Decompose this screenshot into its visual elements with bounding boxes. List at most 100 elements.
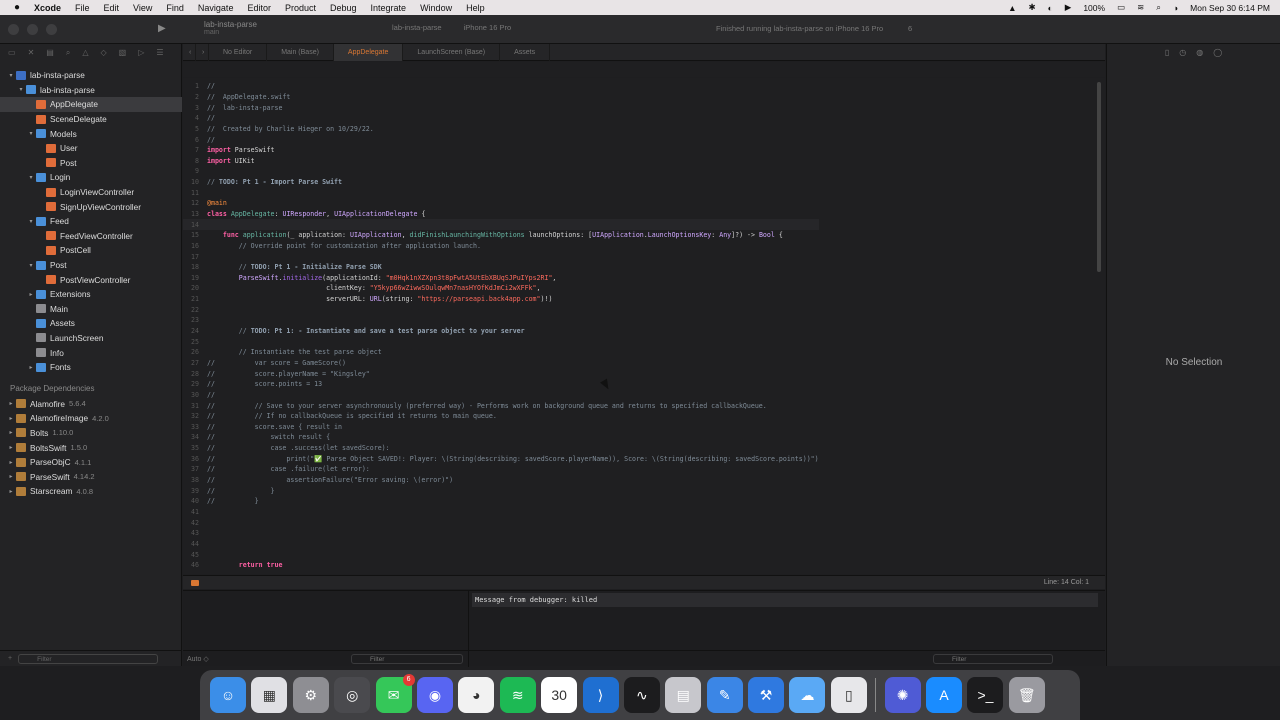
issue-icon[interactable]: △ bbox=[82, 48, 88, 57]
dock-instruments-icon[interactable]: ✺ bbox=[884, 677, 921, 713]
code-line[interactable]: 13 class AppDelegate: UIResponder, UIAppl… bbox=[183, 209, 819, 220]
package-bolts[interactable]: ▸ Bolts 1.10.0 bbox=[0, 426, 182, 441]
scheme-selector[interactable]: lab-insta-parse iPhone 16 Pro bbox=[392, 23, 511, 32]
dock-messages-icon[interactable]: ✉ 6 bbox=[375, 674, 415, 713]
warning-count[interactable]: 6 bbox=[908, 24, 912, 33]
code-line[interactable]: 22 bbox=[183, 304, 819, 315]
navigator-item-loginviewcontroller[interactable]: LoginViewController bbox=[0, 185, 182, 200]
menu-find[interactable]: Find bbox=[166, 3, 192, 13]
code-line[interactable]: 35 // case .success(let savedScore): bbox=[183, 443, 819, 454]
disclosure-chevron-icon[interactable]: ▸ bbox=[26, 291, 36, 298]
disclosure-chevron-icon[interactable]: ▸ bbox=[6, 459, 16, 466]
tab-appdelegate[interactable]: AppDelegate bbox=[333, 43, 404, 61]
code-line[interactable]: 37 // case .failure(let error): bbox=[183, 464, 819, 475]
test-icon[interactable]: ◇ bbox=[100, 48, 106, 57]
dock-screenshot-icon[interactable]: ◎ bbox=[334, 677, 371, 713]
code-line[interactable]: 18 // TODO: Pt 1 - Initialize Parse SDK bbox=[183, 262, 819, 273]
code-line[interactable]: 17 bbox=[183, 251, 819, 262]
navigator-item-login[interactable]: ▾ Login bbox=[0, 170, 182, 185]
navigator-filter-input[interactable]: Filter bbox=[18, 653, 159, 664]
code-line[interactable]: 14 bbox=[183, 219, 819, 230]
code-line[interactable]: 6 // bbox=[183, 134, 819, 145]
code-line[interactable]: 9 bbox=[183, 166, 819, 177]
code-line[interactable]: 26 // Instantiate the test parse object bbox=[183, 347, 819, 358]
dock-trash-icon[interactable]: 🗑 bbox=[1008, 677, 1045, 713]
gear-icon[interactable]: ✱ bbox=[1029, 2, 1036, 13]
navigator-item-postcell[interactable]: PostCell bbox=[0, 243, 182, 258]
history-icon[interactable]: ◷ bbox=[1179, 48, 1186, 57]
code-line[interactable]: 33 // score.save { result in bbox=[183, 422, 819, 433]
code-line[interactable]: 32 // // If no callbackQueue is specified… bbox=[183, 411, 819, 422]
code-line[interactable]: 21 serverURL: URL(string: "https://parse… bbox=[183, 294, 819, 305]
close-window-button[interactable] bbox=[8, 24, 19, 35]
variables-scope-select[interactable]: Auto ◇ bbox=[187, 655, 209, 663]
code-line[interactable]: 27 // var score = GameScore() bbox=[183, 358, 819, 369]
code-line[interactable]: 15 func application(_ application: UIApp… bbox=[183, 230, 819, 241]
tab-no-editor[interactable]: No Editor bbox=[209, 43, 268, 61]
navigator-item-main[interactable]: Main bbox=[0, 302, 182, 317]
code-line[interactable]: 41 bbox=[183, 507, 819, 518]
breakpoint-icon[interactable]: ▷ bbox=[138, 48, 144, 57]
code-line[interactable]: 42 bbox=[183, 517, 819, 528]
menu-window[interactable]: Window bbox=[420, 3, 460, 13]
code-line[interactable]: 29 // score.points = 13 bbox=[183, 379, 819, 390]
navigator-item-post[interactable]: Post bbox=[0, 156, 182, 171]
file-inspector-icon[interactable]: ▯ bbox=[1165, 48, 1169, 57]
code-line[interactable]: 43 bbox=[183, 528, 819, 539]
code-line[interactable]: 8 import UIKit bbox=[183, 155, 819, 166]
dock-app-store-icon[interactable]: A bbox=[926, 677, 963, 713]
battery-icon[interactable]: ▭ bbox=[1117, 2, 1125, 13]
code-line[interactable]: 28 // score.playerName = "Kingsley" bbox=[183, 368, 819, 379]
navigator-item-info[interactable]: Info bbox=[0, 345, 182, 360]
disclosure-chevron-icon[interactable]: ▸ bbox=[6, 488, 16, 495]
package-starscream[interactable]: ▸ Starscream 4.0.8 bbox=[0, 484, 182, 499]
debug-icon[interactable]: ▧ bbox=[119, 48, 127, 57]
apple-menu-icon[interactable]: ● bbox=[0, 2, 34, 13]
dock-spotify-icon[interactable]: ≋ bbox=[499, 677, 536, 713]
code-line[interactable]: 24 // TODO: Pt 1: - Instantiate and save… bbox=[183, 326, 819, 337]
navigator-item-lab-insta-parse[interactable]: ▾ lab-insta-parse bbox=[0, 83, 182, 98]
code-line[interactable]: 3 // lab-insta-parse bbox=[183, 102, 819, 113]
dock-launchpad-icon[interactable]: ▦ bbox=[251, 677, 288, 713]
console-filter-input[interactable]: Filter bbox=[933, 654, 1053, 664]
menu-help[interactable]: Help bbox=[466, 3, 493, 13]
disclosure-chevron-icon[interactable]: ▾ bbox=[6, 72, 16, 79]
package-alamofire[interactable]: ▸ Alamofire 5.6.4 bbox=[0, 396, 182, 411]
dock-xcode-dev-icon[interactable]: ✎ bbox=[706, 677, 743, 713]
code-line[interactable]: 5 // Created by Charlie Hieger on 10/29/2… bbox=[183, 124, 819, 135]
add-icon[interactable]: + bbox=[8, 655, 12, 662]
disclosure-chevron-icon[interactable]: ▸ bbox=[6, 415, 16, 422]
code-line[interactable]: 25 bbox=[183, 336, 819, 347]
code-line[interactable]: 1 // bbox=[183, 81, 819, 92]
disclosure-chevron-icon[interactable]: ▸ bbox=[6, 473, 16, 480]
report-icon[interactable]: ☰ bbox=[156, 48, 163, 57]
find-icon[interactable]: ⌕ bbox=[66, 48, 70, 58]
disclosure-chevron-icon[interactable]: ▸ bbox=[6, 400, 16, 407]
code-line[interactable]: 45 bbox=[183, 549, 819, 560]
navigator-item-extensions[interactable]: ▸ Extensions bbox=[0, 287, 182, 302]
menu-navigate[interactable]: Navigate bbox=[198, 3, 242, 13]
tab-main[interactable]: Main (Base) bbox=[267, 43, 334, 61]
disclosure-chevron-icon[interactable]: ▾ bbox=[16, 86, 26, 93]
navigator-item-models[interactable]: ▾ Models bbox=[0, 126, 182, 141]
navigator-item-assets[interactable]: Assets bbox=[0, 316, 182, 331]
menu-file[interactable]: File bbox=[75, 3, 98, 13]
zoom-window-button[interactable] bbox=[46, 24, 57, 35]
navigator-item-post[interactable]: ▾ Post bbox=[0, 258, 182, 273]
search-icon[interactable]: ⌕ bbox=[1156, 2, 1161, 13]
code-line[interactable]: 23 bbox=[183, 315, 819, 326]
run-button[interactable]: ▶ bbox=[158, 23, 166, 34]
disclosure-chevron-icon[interactable]: ▸ bbox=[6, 444, 16, 451]
symbol-icon[interactable]: ▤ bbox=[46, 48, 54, 57]
dock-chrome-icon[interactable]: ◕ bbox=[458, 677, 495, 713]
dock-discord-icon[interactable]: ◉ bbox=[416, 677, 453, 713]
play-icon[interactable]: ▶ bbox=[1065, 2, 1072, 13]
code-line[interactable]: 31 // // Save to your server asynchronous… bbox=[183, 400, 819, 411]
dock-finder-icon[interactable]: ☺ bbox=[210, 677, 246, 713]
dock-icloud-icon[interactable]: ☁ bbox=[789, 677, 826, 713]
source-control-icon[interactable]: ✕ bbox=[28, 48, 35, 57]
code-line[interactable]: 38 // assertionFailure("Error saving: \(e… bbox=[183, 475, 819, 486]
menu-product[interactable]: Product bbox=[285, 3, 324, 13]
code-line[interactable]: 12 @main bbox=[183, 198, 819, 209]
screen-record-icon[interactable]: ◐ bbox=[1048, 3, 1053, 13]
